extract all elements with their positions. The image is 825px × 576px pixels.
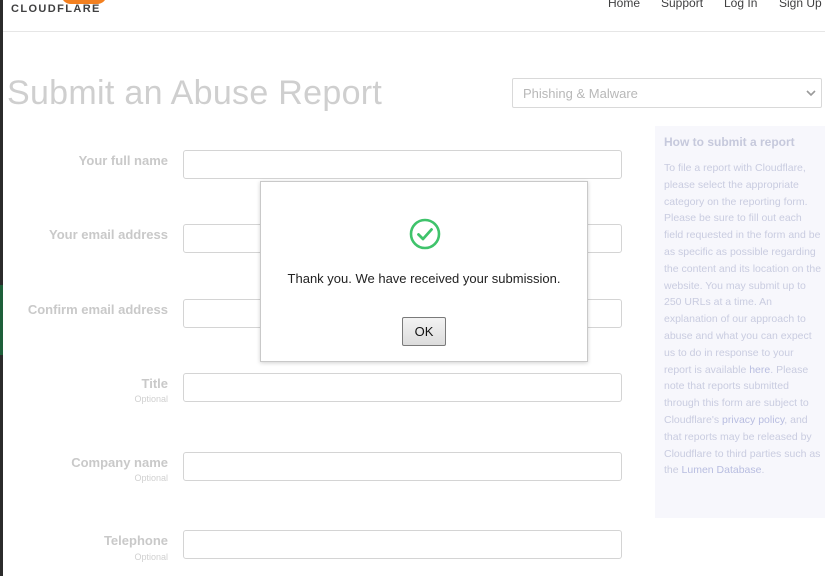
confirm-email-label: Confirm email address [27,302,168,317]
page-title: Submit an Abuse Report [7,74,383,112]
chevron-down-icon [806,90,816,97]
category-select[interactable]: Phishing & Malware [512,78,822,108]
dialog-message: Thank you. We have received your submiss… [287,271,561,286]
window-edge-accent [0,285,3,355]
company-label: Company name [71,455,168,470]
lumen-database-link[interactable]: Lumen Database [682,464,762,476]
nav-home[interactable]: Home [608,0,640,10]
abuse-approach-link[interactable]: here [749,364,770,376]
sidebar-text-1: To file a report with Cloudflare, please… [664,162,822,376]
title-input[interactable] [183,373,622,402]
title-optional-hint: Optional [134,394,168,404]
submission-success-dialog: Thank you. We have received your submiss… [260,181,588,362]
company-input[interactable] [183,452,622,481]
sidebar-text-4: . [761,464,765,477]
email-label: Your email address [49,227,168,242]
ok-button[interactable]: OK [402,317,446,346]
telephone-label: Telephone [103,533,168,548]
check-circle-icon [409,218,441,250]
category-select-value: Phishing & Malware [523,86,638,101]
privacy-policy-link[interactable]: privacy policy [722,414,784,426]
site-header: CLOUDFLARE Home Support Log In Sign Up [3,0,825,32]
nav-support[interactable]: Support [661,0,703,10]
telephone-input[interactable] [183,530,622,559]
window-edge [0,0,3,576]
telephone-optional-hint: Optional [134,552,168,562]
nav-sign-up[interactable]: Sign Up [779,0,822,10]
title-label: Title [141,376,169,391]
help-sidebar: How to submit a report To file a report … [655,126,825,518]
cloudflare-logo[interactable]: CLOUDFLARE [11,3,101,15]
company-optional-hint: Optional [134,473,168,483]
nav-log-in[interactable]: Log In [724,0,757,10]
full-name-label: Your full name [78,153,168,168]
sidebar-body: To file a report with Cloudflare, please… [664,160,822,479]
full-name-input[interactable] [183,150,622,179]
sidebar-title: How to submit a report [664,135,795,149]
